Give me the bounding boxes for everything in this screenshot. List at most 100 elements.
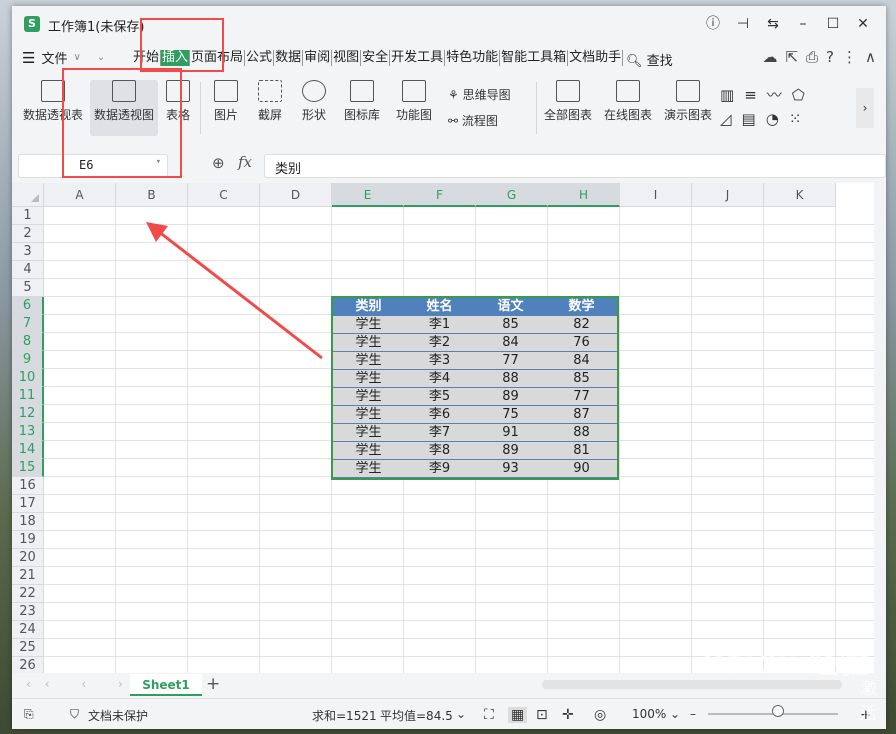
more-icon[interactable]: ⋮ (842, 48, 857, 66)
tab-smart-toolbox[interactable]: 智能工具箱 (500, 50, 569, 66)
close-button[interactable]: ✕ (848, 12, 878, 36)
zoom-out-icon[interactable]: – (690, 707, 696, 721)
row-header[interactable]: 4 (12, 261, 44, 279)
table-cell[interactable]: 李6 (404, 406, 475, 423)
column-header[interactable]: J (692, 183, 764, 207)
data-table[interactable]: 类别 姓名 语文 数学 学生 李1 85 82 学生 李2 84 76 学生 李3 77 84 学生 李4 88 85… (331, 296, 619, 480)
macro-record-icon[interactable]: ⎘ (24, 707, 34, 722)
all-charts-button[interactable]: 全部图表 (542, 80, 594, 123)
table-cell[interactable]: 91 (475, 424, 546, 441)
table-cell[interactable]: 李9 (404, 460, 475, 477)
table-cell[interactable]: 学生 (333, 316, 404, 333)
fx-icon[interactable]: fx (238, 153, 252, 171)
flow-chart-button[interactable]: ⚯ 流程图 (448, 112, 498, 129)
table-header-cell[interactable]: 语文 (475, 298, 546, 315)
column-header[interactable]: E (332, 183, 404, 207)
table-header-cell[interactable]: 数学 (546, 298, 617, 315)
collapse-ribbon-icon[interactable]: ∧ (865, 48, 876, 66)
tab-developer[interactable]: 开发工具 (390, 50, 446, 66)
row-header[interactable]: 26 (12, 657, 44, 673)
row-header[interactable]: 19 (12, 531, 44, 549)
status-chevron-icon[interactable]: ⌄ (456, 707, 466, 721)
table-cell[interactable]: 90 (546, 460, 617, 477)
cloud-icon[interactable]: ☁ (762, 48, 777, 66)
tab-security[interactable]: 安全 (361, 50, 391, 66)
table-header-cell[interactable]: 姓名 (404, 298, 475, 315)
table-cell[interactable]: 李1 (404, 316, 475, 333)
table-cell[interactable]: 李5 (404, 388, 475, 405)
demo-charts-button[interactable]: 演示图表 (662, 80, 714, 123)
table-cell[interactable]: 李4 (404, 370, 475, 387)
restore-layout-icon[interactable]: ⇆ (758, 12, 788, 36)
table-cell[interactable]: 85 (475, 316, 546, 333)
mind-map-button[interactable]: ⚘ 思维导图 (448, 86, 511, 103)
column-header[interactable]: I (620, 183, 692, 207)
tab-doc-assistant[interactable]: 文档助手 (568, 50, 624, 66)
table-cell[interactable]: 学生 (333, 442, 404, 459)
table-cell[interactable]: 89 (475, 388, 546, 405)
row-header[interactable]: 3 (12, 243, 44, 261)
maximize-button[interactable]: ☐ (818, 12, 848, 36)
picture-button[interactable]: 图片 (208, 80, 244, 123)
online-charts-button[interactable]: 在线图表 (602, 80, 654, 123)
share-icon[interactable]: ⇱ (785, 48, 798, 66)
table-cell[interactable]: 学生 (333, 352, 404, 369)
file-menu[interactable]: ☰ 文件 ∨ ⌄ (22, 48, 105, 68)
row-header[interactable]: 6 (12, 297, 44, 315)
column-header[interactable]: F (404, 183, 476, 207)
tab-home[interactable]: 开始 (132, 50, 162, 66)
chart-type-row-2[interactable]: ◿▤◔⁙ (720, 110, 811, 128)
row-header[interactable]: 23 (12, 603, 44, 621)
help-icon[interactable]: ? (826, 48, 834, 66)
name-box[interactable]: E6 ▾ (18, 154, 168, 178)
table-cell[interactable]: 82 (546, 316, 617, 333)
column-header[interactable]: D (260, 183, 332, 207)
row-header[interactable]: 17 (12, 495, 44, 513)
fullscreen-icon[interactable]: ⛶ (484, 707, 494, 723)
row-header[interactable]: 5 (12, 279, 44, 297)
row-header[interactable]: 22 (12, 585, 44, 603)
pivot-chart-button[interactable]: 数据透视图 (90, 80, 158, 136)
column-header[interactable]: B (116, 183, 188, 207)
function-chart-button[interactable]: 功能图 (390, 80, 438, 123)
table-cell[interactable]: 84 (546, 352, 617, 369)
table-cell[interactable]: 75 (475, 406, 546, 423)
row-header[interactable]: 12 (12, 405, 44, 423)
table-cell[interactable]: 学生 (333, 370, 404, 387)
minimize-button[interactable]: – (788, 12, 818, 36)
column-header[interactable]: A (44, 183, 116, 207)
row-header[interactable]: 8 (12, 333, 44, 351)
column-header[interactable]: C (188, 183, 260, 207)
tab-features[interactable]: 特色功能 (445, 50, 501, 66)
table-cell[interactable]: 学生 (333, 388, 404, 405)
tab-view[interactable]: 视图 (332, 50, 362, 66)
eye-protect-icon[interactable]: ◎ (594, 707, 606, 723)
table-cell[interactable]: 李7 (404, 424, 475, 441)
table-cell[interactable]: 学生 (333, 424, 404, 441)
table-cell[interactable]: 88 (546, 424, 617, 441)
column-header[interactable]: K (764, 183, 836, 207)
info-icon[interactable]: ⓘ (698, 12, 728, 36)
pivot-table-button[interactable]: 数据透视表 (22, 80, 84, 123)
table-cell[interactable]: 77 (475, 352, 546, 369)
tab-review[interactable]: 审阅 (303, 50, 333, 66)
print-icon[interactable]: ⎙ (806, 48, 818, 66)
table-button[interactable]: 表格 (162, 80, 194, 123)
reading-mode-icon[interactable]: ✛ (562, 707, 574, 723)
row-header[interactable]: 14 (12, 441, 44, 459)
row-header[interactable]: 15 (12, 459, 44, 477)
zoom-dropdown-icon[interactable]: ⌄ (670, 707, 680, 721)
tab-insert[interactable]: 插入 (161, 50, 191, 66)
select-all-corner[interactable] (12, 183, 44, 207)
normal-view-icon[interactable]: ▦ (508, 707, 528, 723)
table-cell[interactable]: 李3 (404, 352, 475, 369)
table-cell[interactable]: 李2 (404, 334, 475, 351)
row-header[interactable]: 9 (12, 351, 44, 369)
table-cell[interactable]: 84 (475, 334, 546, 351)
row-header[interactable]: 24 (12, 621, 44, 639)
zoom-slider-thumb[interactable] (772, 705, 784, 717)
zoom-level[interactable]: 100% (632, 707, 666, 721)
pin-icon[interactable]: ⊣ (728, 12, 758, 36)
row-header[interactable]: 1 (12, 207, 44, 225)
table-cell[interactable]: 学生 (333, 334, 404, 351)
